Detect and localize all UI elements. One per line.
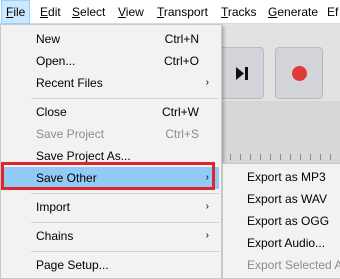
menu-effect[interactable]: Ef (323, 0, 340, 24)
menu-separator (31, 222, 219, 223)
menu-generate[interactable]: Generate (264, 0, 322, 24)
menu-view[interactable]: View (114, 0, 148, 24)
menu-transport[interactable]: Transport (153, 0, 212, 24)
menu-edit[interactable]: Edit (36, 0, 65, 24)
menu-separator (31, 98, 219, 99)
menu-item-new[interactable]: New Ctrl+N (3, 28, 219, 50)
chevron-right-icon: › (205, 230, 209, 241)
submenu-item-export-ogg[interactable]: Export as OGG (247, 210, 329, 232)
submenu-item-export-audio[interactable]: Export Audio... (247, 232, 325, 254)
file-menu: New Ctrl+N Open... Ctrl+O Recent Files ›… (0, 24, 222, 279)
submenu-item-export-selected-audio: Export Selected Au (247, 258, 340, 272)
menu-item-save-project: Save Project Ctrl+S (36, 127, 199, 141)
menu-file[interactable]: File (1, 0, 31, 24)
menu-separator (31, 251, 219, 252)
menu-select[interactable]: Select (68, 0, 109, 24)
menu-item-chains[interactable]: Chains › (3, 225, 219, 247)
menu-item-open[interactable]: Open... Ctrl+O (3, 50, 219, 72)
menu-item-close[interactable]: Close Ctrl+W (3, 101, 219, 123)
menu-item-recent-files[interactable]: Recent Files › (3, 72, 219, 94)
menu-bar: File Edit Select View Transport Tracks G… (0, 0, 340, 24)
chevron-right-icon: › (205, 77, 209, 88)
timeline-ruler (210, 154, 340, 160)
record-icon (292, 66, 307, 81)
record-button[interactable] (275, 47, 323, 99)
menu-item-import[interactable]: Import › (3, 196, 219, 218)
submenu-item-export-wav[interactable]: Export as WAV (247, 188, 327, 210)
chevron-right-icon: › (205, 201, 209, 212)
skip-to-end-icon (236, 67, 248, 80)
menu-separator (31, 193, 219, 194)
menu-tracks[interactable]: Tracks (217, 0, 261, 24)
focus-highlight-box (1, 162, 215, 190)
save-other-submenu: Export as MP3 Export as WAV Export as OG… (222, 163, 340, 279)
skip-to-end-button[interactable] (216, 47, 264, 99)
submenu-item-export-mp3[interactable]: Export as MP3 (247, 166, 326, 188)
menu-item-page-setup[interactable]: Page Setup... (3, 254, 219, 276)
